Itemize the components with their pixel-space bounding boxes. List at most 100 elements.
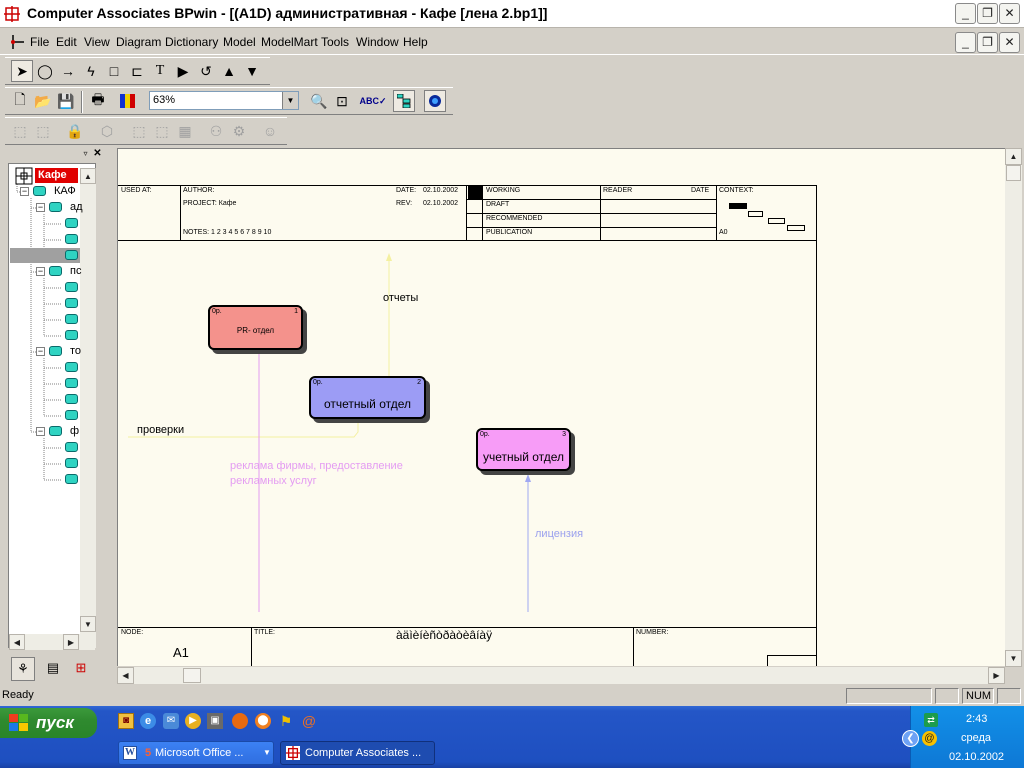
rotate-icon[interactable]: ↺ — [195, 60, 217, 82]
panel-close-icon[interactable]: ✕ — [92, 149, 103, 159]
activity-node-icon[interactable] — [65, 394, 78, 404]
spell-check-icon[interactable]: ABC✓ — [359, 90, 386, 112]
internet-explorer-icon[interactable]: e — [140, 713, 156, 729]
pointer-tool-icon[interactable]: ➤ — [11, 60, 33, 82]
task-button-bpwin[interactable]: Computer Associates ... — [280, 741, 435, 765]
activity-node-icon[interactable] — [65, 410, 78, 420]
zoom-select[interactable]: 63% ▼ — [149, 91, 299, 110]
menu-tools[interactable]: Tools — [321, 35, 349, 49]
mm-library-icon[interactable]: ⬡ — [96, 120, 118, 142]
menu-dictionary[interactable]: Dictionary — [165, 35, 218, 49]
hscroll-thumb[interactable] — [183, 668, 201, 683]
activity-node-icon[interactable] — [65, 218, 78, 228]
text-tool-icon[interactable]: T — [149, 60, 171, 82]
tree-item-group2[interactable]: пс — [70, 265, 81, 277]
go-down-icon[interactable]: ▼ — [241, 60, 263, 82]
objects-tab-icon[interactable]: ⊞ — [69, 657, 93, 681]
lock-icon[interactable]: 🔒 — [64, 120, 86, 142]
icq-icon[interactable]: @ — [922, 731, 937, 746]
arrow-label-checks[interactable]: проверки — [137, 424, 184, 436]
menu-window[interactable]: Window — [356, 35, 399, 49]
panel-pin-icon[interactable]: ▿ — [80, 149, 91, 159]
go-child-icon[interactable]: ▶ — [172, 60, 194, 82]
scroll-up-icon[interactable]: ▲ — [1005, 148, 1022, 165]
mm-users-icon[interactable]: ⚇ — [205, 120, 227, 142]
tree-scroll-right-icon[interactable]: ▶ — [63, 634, 79, 650]
activity-node-icon[interactable] — [65, 458, 78, 468]
activity-node-icon[interactable] — [65, 298, 78, 308]
activity-box-reporting[interactable]: 0р. 2 отчетный отдел — [309, 376, 426, 419]
tree-scroll-left-icon[interactable]: ◀ — [9, 634, 25, 650]
squiggle-tool-icon[interactable]: ϟ — [80, 60, 102, 82]
tree-collapse-icon[interactable]: − — [36, 203, 45, 212]
menu-diagram[interactable]: Diagram — [116, 35, 161, 49]
activity-node-icon[interactable] — [65, 474, 78, 484]
activity-node-icon[interactable] — [65, 362, 78, 372]
activity-node-icon[interactable] — [65, 378, 78, 388]
tree-scrollbar[interactable] — [80, 168, 96, 648]
window-icon[interactable]: ▣ — [207, 713, 223, 729]
activity-node-icon[interactable] — [65, 330, 78, 340]
activity-box-pr[interactable]: 0р. 1 PR- отдел — [208, 305, 303, 350]
activity-node-icon[interactable] — [65, 442, 78, 452]
child-minimize-button[interactable]: _ — [955, 32, 976, 53]
firefox-icon[interactable] — [232, 713, 248, 729]
tree-collapse-icon[interactable]: − — [36, 427, 45, 436]
media-player-icon[interactable]: ▶ — [185, 713, 201, 729]
vscroll-thumb[interactable] — [1006, 165, 1021, 181]
scroll-down-icon[interactable]: ▼ — [1005, 650, 1022, 667]
mm-grid-icon[interactable]: ▦ — [174, 120, 196, 142]
menu-file[interactable]: File — [30, 35, 49, 49]
arrow-tool-icon[interactable]: → — [57, 60, 79, 82]
mm-security-icon[interactable]: ⚙ — [228, 120, 250, 142]
diagrams-tab-icon[interactable]: ▤ — [41, 657, 65, 681]
tree-item-group3[interactable]: то — [70, 345, 81, 357]
restore-button[interactable]: ❐ — [977, 3, 998, 24]
flag-icon[interactable]: ⚑ — [278, 713, 294, 729]
diagram-canvas[interactable]: USED AT: AUTHOR: PROJECT: Кафе NOTES: 1 … — [117, 148, 1005, 666]
ellipse-tool-icon[interactable]: ◯ — [34, 60, 56, 82]
zoom-fit-icon[interactable]: ⊡ — [331, 90, 353, 112]
activity-node-icon[interactable] — [65, 250, 78, 260]
tree-collapse-icon[interactable]: − — [36, 347, 45, 356]
chevron-down-icon[interactable]: ▼ — [282, 92, 298, 109]
activity-box-accounting[interactable]: 0р. 3 учетный отдел — [476, 428, 571, 471]
tree-scroll-up-icon[interactable]: ▲ — [80, 168, 96, 184]
scroll-right-icon[interactable]: ▶ — [988, 667, 1005, 684]
bpwin-app-icon[interactable] — [4, 6, 20, 22]
minimize-button[interactable]: _ — [955, 3, 976, 24]
arrow-label-license[interactable]: лицензия — [535, 528, 583, 540]
at-mail-icon[interactable]: @ — [301, 713, 317, 729]
mm-people-icon[interactable]: ☺ — [259, 120, 281, 142]
menu-model[interactable]: Model — [223, 35, 256, 49]
tree-collapse-icon[interactable]: − — [20, 187, 29, 196]
zoom-in-icon[interactable]: 🔍 — [308, 90, 330, 112]
open-icon[interactable]: 📂 — [32, 90, 54, 112]
print-icon[interactable]: 🖶 — [87, 90, 109, 112]
mm-save-icon[interactable]: ⬚ — [151, 120, 173, 142]
arrow-label-advertising-2[interactable]: рекламных услуг — [230, 475, 317, 487]
arrow-label-reports[interactable]: отчеты — [383, 292, 418, 304]
tree-item-group4[interactable]: ф — [70, 425, 79, 437]
model-explorer-icon[interactable] — [393, 90, 415, 112]
close-button[interactable]: ✕ — [999, 3, 1020, 24]
language-icon[interactable]: ⇄ — [924, 713, 938, 727]
mm-open-icon[interactable]: ⬚ — [128, 120, 150, 142]
tray-expand-icon[interactable]: ❮ — [902, 730, 919, 747]
go-parent-icon[interactable]: ▲ — [218, 60, 240, 82]
menu-edit[interactable]: Edit — [56, 35, 77, 49]
activity-node-icon[interactable] — [65, 314, 78, 324]
tree-root-item[interactable]: Кафе — [35, 168, 78, 183]
child-restore-button[interactable]: ❐ — [977, 32, 998, 53]
menu-help[interactable]: Help — [403, 35, 428, 49]
new-icon[interactable]: 🗋 — [9, 90, 31, 112]
menu-modelmart[interactable]: ModelMart — [261, 35, 318, 49]
child-close-button[interactable]: ✕ — [999, 32, 1020, 53]
task-button-office[interactable]: W 5 Microsoft Office ... ▼ — [118, 741, 274, 765]
activities-tab-icon[interactable]: ⚘ — [11, 657, 35, 681]
tree-scroll-down-icon[interactable]: ▼ — [80, 616, 96, 632]
outlook-icon[interactable]: ✉ — [163, 713, 179, 729]
document-icon[interactable] — [10, 34, 26, 50]
color-icon[interactable] — [117, 90, 139, 112]
modelmart-icon[interactable] — [424, 90, 446, 112]
